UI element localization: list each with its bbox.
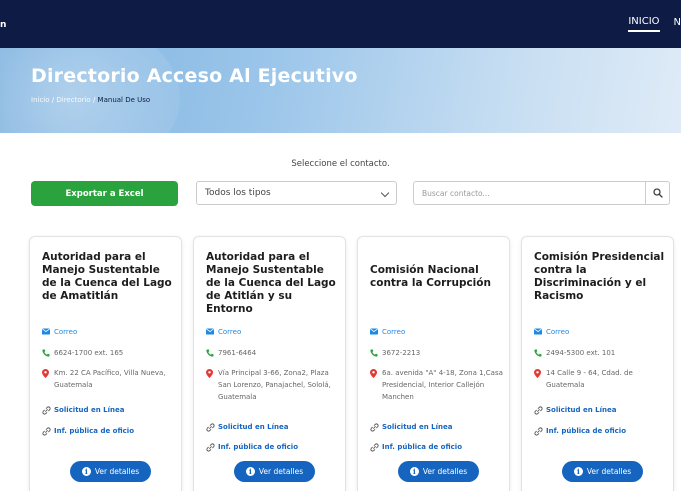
chevron-down-icon bbox=[380, 188, 390, 198]
select-contact-prompt: Seleccione el contacto. bbox=[291, 159, 390, 169]
map-pin-icon bbox=[42, 367, 54, 379]
card-solicitud-link[interactable]: Solicitud en Línea bbox=[370, 421, 503, 433]
breadcrumb-inicio[interactable]: Inicio bbox=[31, 96, 50, 104]
link-icon bbox=[370, 421, 382, 433]
card-phone: 3672-2213 bbox=[370, 347, 503, 359]
search-input[interactable] bbox=[414, 182, 644, 204]
card-phone: 7961-6464 bbox=[206, 347, 339, 359]
envelope-icon bbox=[206, 326, 218, 338]
card-email[interactable]: Correo bbox=[42, 326, 175, 338]
ver-detalles-button[interactable]: i Ver detalles bbox=[234, 461, 315, 482]
export-excel-button[interactable]: Exportar a Excel bbox=[31, 181, 178, 206]
nav-item-inicio[interactable]: INICIO bbox=[628, 16, 660, 32]
info-icon: i bbox=[573, 467, 583, 476]
link-icon bbox=[42, 404, 54, 416]
main-nav: INICIO N bbox=[614, 0, 681, 48]
card-email[interactable]: Correo bbox=[534, 326, 667, 338]
brand-logo-fragment[interactable]: n bbox=[0, 20, 6, 30]
link-icon bbox=[42, 425, 54, 437]
card-phone: 2494-5300 ext. 101 bbox=[534, 347, 667, 359]
card-address: 14 Calle 9 - 64, Cdad. de Guatemala bbox=[534, 367, 667, 391]
info-icon: i bbox=[245, 467, 255, 476]
card-title: Comisión Nacional contra la Corrupción bbox=[370, 264, 491, 289]
link-icon bbox=[206, 421, 218, 433]
contact-card: Autoridad para el Manejo Sustentable de … bbox=[193, 236, 346, 491]
phone-icon bbox=[370, 347, 382, 359]
breadcrumb-directorio[interactable]: Directorio bbox=[56, 96, 90, 104]
card-informacion-publica-link[interactable]: Inf. pública de oficio bbox=[42, 425, 175, 437]
nav-item-next[interactable]: N bbox=[674, 17, 681, 31]
top-navbar: n INICIO N bbox=[0, 0, 681, 48]
breadcrumb-current: Manual De Uso bbox=[97, 96, 151, 104]
card-address: Km. 22 CA Pacífico, Villa Nueva, Guatema… bbox=[42, 367, 175, 391]
info-icon: i bbox=[81, 467, 91, 476]
map-pin-icon bbox=[534, 367, 546, 379]
type-filter-select[interactable]: Todos los tipos bbox=[196, 181, 397, 205]
map-pin-icon bbox=[370, 367, 382, 379]
card-address: 6a. avenida "A" 4-18, Zona 1,Casa Presid… bbox=[370, 367, 503, 403]
card-informacion-publica-link[interactable]: Inf. pública de oficio bbox=[534, 425, 667, 437]
map-pin-icon bbox=[206, 367, 218, 379]
contact-card: Autoridad para el Manejo Sustentable de … bbox=[29, 236, 182, 491]
search-box bbox=[413, 181, 670, 205]
card-phone: 6624-1700 ext. 165 bbox=[42, 347, 175, 359]
card-email[interactable]: Correo bbox=[370, 326, 503, 338]
card-title: Autoridad para el Manejo Sustentable de … bbox=[206, 251, 336, 315]
envelope-icon bbox=[42, 326, 54, 338]
phone-icon bbox=[206, 347, 218, 359]
info-icon: i bbox=[409, 467, 419, 476]
contact-card: Comisión Nacional contra la Corrupción C… bbox=[357, 236, 510, 491]
envelope-icon bbox=[534, 326, 546, 338]
search-button[interactable] bbox=[645, 182, 669, 204]
hero-banner: Directorio Acceso Al Ejecutivo Inicio / … bbox=[0, 48, 681, 133]
ver-detalles-button[interactable]: i Ver detalles bbox=[70, 461, 151, 482]
card-informacion-publica-link[interactable]: Inf. pública de oficio bbox=[370, 441, 503, 453]
card-solicitud-link[interactable]: Solicitud en Línea bbox=[206, 421, 339, 433]
card-solicitud-link[interactable]: Solicitud en Línea bbox=[534, 404, 667, 416]
phone-icon bbox=[534, 347, 546, 359]
ver-detalles-button[interactable]: i Ver detalles bbox=[398, 461, 479, 482]
hero-glow bbox=[0, 48, 180, 133]
link-icon bbox=[534, 425, 546, 437]
link-icon bbox=[370, 441, 382, 453]
card-address: Vía Principal 3-66, Zona2, Plaza San Lor… bbox=[206, 367, 339, 403]
type-filter-value: Todos los tipos bbox=[205, 188, 271, 198]
card-title: Autoridad para el Manejo Sustentable de … bbox=[42, 251, 172, 302]
phone-icon bbox=[42, 347, 54, 359]
card-title: Comisión Presidencial contra la Discrimi… bbox=[534, 251, 665, 302]
card-informacion-publica-link[interactable]: Inf. pública de oficio bbox=[206, 441, 339, 453]
search-icon bbox=[652, 188, 663, 198]
envelope-icon bbox=[370, 326, 382, 338]
breadcrumb: Inicio / Directorio / Manual De Uso bbox=[31, 96, 151, 104]
link-icon bbox=[206, 441, 218, 453]
page-title: Directorio Acceso Al Ejecutivo bbox=[31, 65, 358, 87]
card-email[interactable]: Correo bbox=[206, 326, 339, 338]
contact-card: Comisión Presidencial contra la Discrimi… bbox=[521, 236, 674, 491]
ver-detalles-button[interactable]: i Ver detalles bbox=[562, 461, 643, 482]
link-icon bbox=[534, 404, 546, 416]
card-solicitud-link[interactable]: Solicitud en Línea bbox=[42, 404, 175, 416]
